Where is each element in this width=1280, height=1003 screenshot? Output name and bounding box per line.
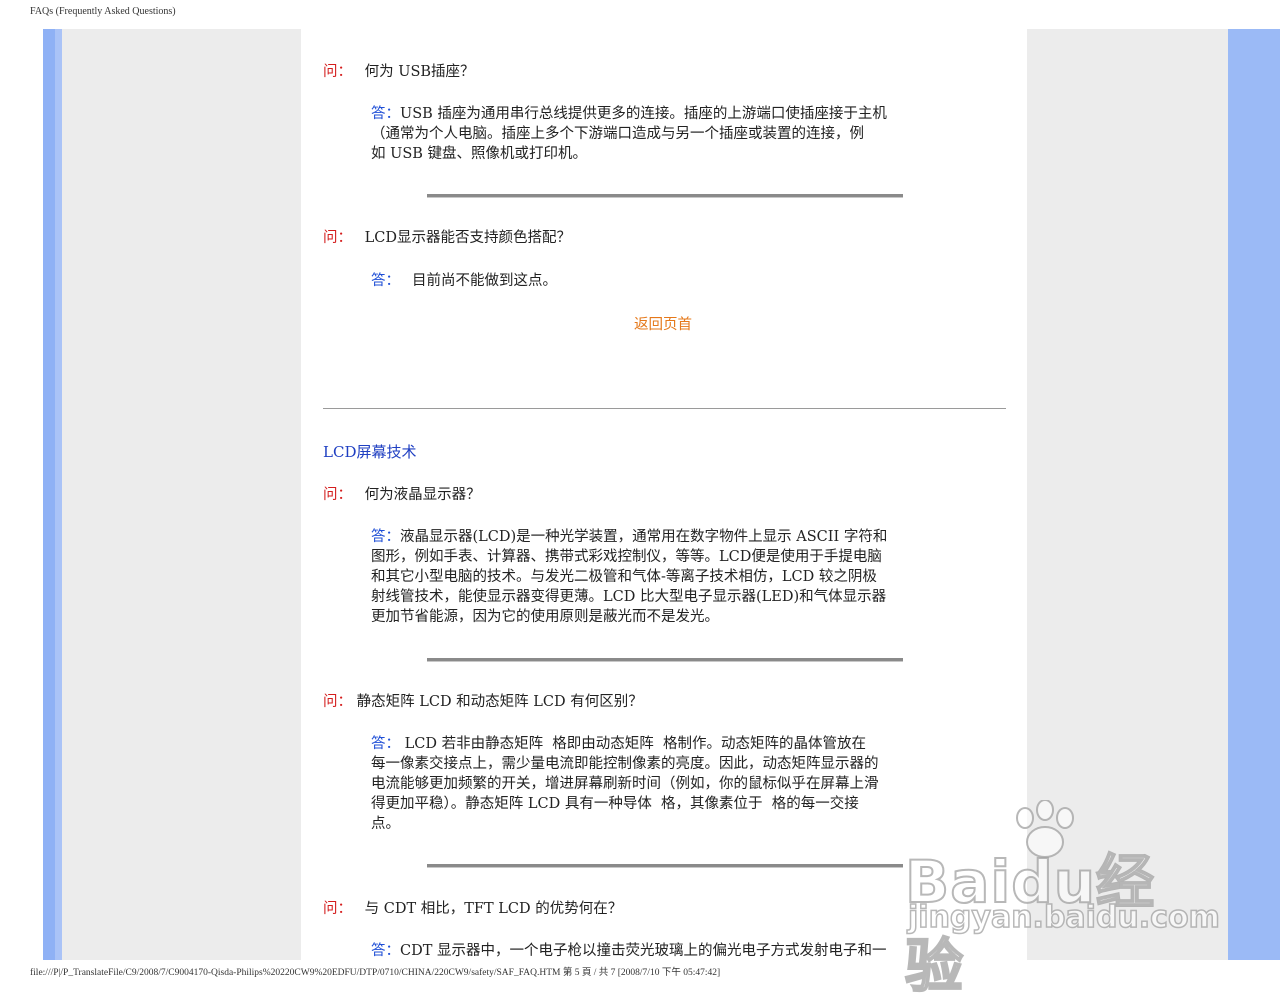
answer-line: 每一像素交接点上，需少量电流即能控制像素的亮度。因此，动态矩阵显示器的 (371, 756, 879, 772)
faq-question-passive-vs-active-matrix: 问： 静态矩阵 LCD 和动态矩阵 LCD 有何区别？ (323, 692, 643, 712)
question-text: 静态矩阵 LCD 和动态矩阵 LCD 有何区别？ (356, 694, 643, 710)
faq-question-what-is-lcd: 问： 何为液晶显示器？ (323, 485, 481, 505)
watermark-domain: jingyan.baidu.com (907, 899, 1220, 936)
question-text: LCD显示器能否支持颜色搭配？ (364, 230, 571, 246)
left-blue-bar-inner (55, 29, 62, 960)
answer-line: 目前尚不能做到这点。 (412, 273, 557, 289)
faq-question-tft-vs-cdt: 问： 与 CDT 相比，TFT LCD 的优势何在？ (323, 899, 622, 919)
answer-line: 得更加平稳）。静态矩阵 LCD 具有一种导体 格，其像素位于 格的每一交接 (371, 796, 859, 812)
answer-label: 答： (371, 736, 400, 752)
right-blue-bar (1228, 29, 1280, 960)
back-to-top-link[interactable]: 返回页首 (634, 313, 692, 334)
baidu-jingyan-watermark: Baidu经验 jingyan.baidu.com (904, 800, 1221, 1001)
question-label: 问： (323, 487, 352, 503)
footer-file-path: file:///P|/P_TranslateFile/C9/2008/7/C90… (30, 968, 721, 978)
answer-line: 如 USB 键盘、照像机或打印机。 (371, 146, 588, 162)
answer-label: 答： (371, 273, 400, 289)
section-divider (323, 408, 1006, 409)
answer-line: 电流能够更加频繁的开关，增进屏幕刷新时间（例如，你的鼠标似乎在屏幕上滑 (371, 776, 879, 792)
faq-answer-color-matching: 答： 目前尚不能做到这点。 (371, 271, 961, 291)
question-label: 问： (323, 230, 352, 246)
page-header-title: FAQs (Frequently Asked Questions) (30, 6, 176, 17)
answer-line: 点。 (371, 816, 400, 832)
separator-rule (427, 864, 903, 868)
faq-answer-usb-hub: 答：USB 插座为通用串行总线提供更多的连接。插座的上游端口使插座接于主机 （通… (371, 104, 961, 164)
answer-label: 答： (371, 106, 400, 122)
answer-line: 射线管技术，能使显示器变得更薄。LCD 比大型电子显示器(LED)和气体显示器 (371, 589, 887, 605)
separator-rule (427, 194, 903, 198)
question-label: 问： (323, 901, 352, 917)
section-title-lcd-technology: LCD屏幕技术 (323, 443, 417, 461)
separator-rule (427, 658, 903, 662)
left-gray-panel (62, 29, 301, 960)
answer-line: 图形，例如手表、计算器、携带式彩戏控制仪，等等。LCD便是使用于手提电脑 (371, 549, 882, 565)
faq-question-color-matching: 问： LCD显示器能否支持颜色搭配？ (323, 228, 571, 248)
answer-line: 更加节省能源，因为它的使用原则是蔽光而不是发光。 (371, 609, 719, 625)
answer-line: USB 插座为通用串行总线提供更多的连接。插座的上游端口使插座接于主机 (400, 106, 887, 122)
answer-line: （通常为个人电脑。插座上多个下游端口造成与另一个插座或装置的连接，例 (371, 126, 864, 142)
answer-line: 液晶显示器(LCD)是一种光学装置，通常用在数字物件上显示 ASCII 字符和 (400, 529, 888, 545)
faq-answer-what-is-lcd: 答：液晶显示器(LCD)是一种光学装置，通常用在数字物件上显示 ASCII 字符… (371, 527, 961, 627)
answer-line: 和其它小型电脑的技术。与发光二极管和气体-等离子技术相仿，LCD 较之阴极 (371, 569, 877, 585)
question-text: 与 CDT 相比，TFT LCD 的优势何在？ (364, 901, 623, 917)
faq-answer-passive-vs-active-matrix: 答： LCD 若非由静态矩阵 格即由动态矩阵 格制作。动态矩阵的晶体管放在 每一… (371, 734, 961, 834)
faq-question-usb-hub: 问： 何为 USB插座？ (323, 62, 475, 82)
answer-label: 答： (371, 943, 400, 959)
question-label: 问： (323, 64, 352, 80)
question-text: 何为 USB插座？ (364, 64, 475, 80)
answer-line: CDT 显示器中，一个电子枪以撞击荧光玻璃上的偏光电子方式发射电子和一 (400, 943, 887, 959)
answer-line: LCD 若非由静态矩阵 格即由动态矩阵 格制作。动态矩阵的晶体管放在 (400, 736, 867, 752)
faq-answer-tft-vs-cdt: 答：CDT 显示器中，一个电子枪以撞击荧光玻璃上的偏光电子方式发射电子和一 (371, 941, 971, 960)
question-label: 问： (323, 694, 352, 710)
question-text: 何为液晶显示器？ (364, 487, 481, 503)
answer-label: 答： (371, 529, 400, 545)
